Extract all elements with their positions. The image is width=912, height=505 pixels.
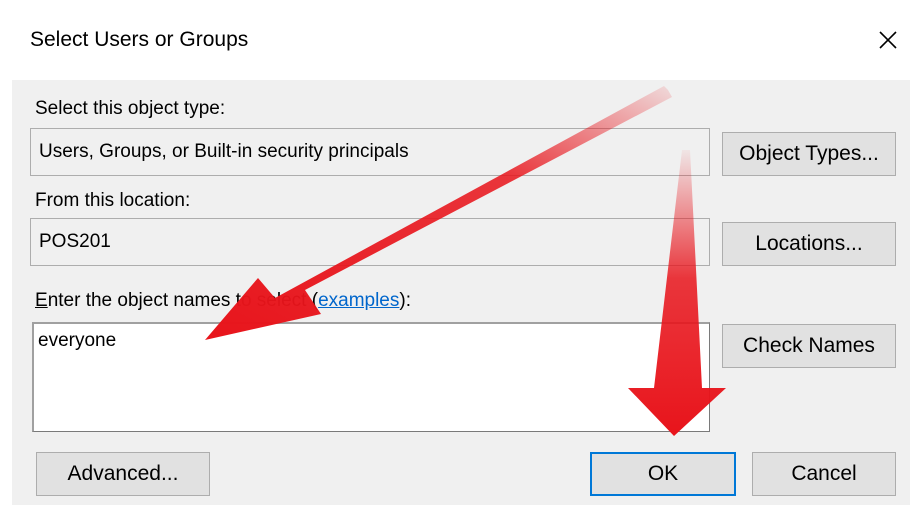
names-label: Enter the object names to select (exampl… xyxy=(35,290,411,312)
ok-button-label: OK xyxy=(647,462,679,485)
close-icon[interactable] xyxy=(872,24,904,56)
names-label-accesskey: E xyxy=(35,290,48,311)
ok-button[interactable]: OK xyxy=(590,452,736,496)
object-type-value: Users, Groups, or Built-in security prin… xyxy=(39,141,409,162)
names-label-text: nter the object names to select ( xyxy=(47,290,319,311)
object-types-button[interactable]: Object Types... xyxy=(722,132,896,176)
examples-link[interactable]: examples xyxy=(318,290,399,311)
dialog-titlebar: Select Users or Groups xyxy=(0,0,912,82)
cancel-button-label: Cancel xyxy=(791,462,857,485)
object-type-field: Users, Groups, or Built-in security prin… xyxy=(30,128,710,176)
advanced-button-label: Advanced... xyxy=(67,462,179,485)
check-names-button-label: Check Names xyxy=(743,334,875,357)
object-types-button-label: Object Types... xyxy=(739,142,879,165)
location-field: POS201 xyxy=(30,218,710,266)
locations-button-label: Locations... xyxy=(755,232,863,255)
dialog-title: Select Users or Groups xyxy=(30,28,249,51)
locations-button[interactable]: Locations... xyxy=(722,222,896,266)
cancel-button[interactable]: Cancel xyxy=(752,452,896,496)
location-value: POS201 xyxy=(39,231,111,252)
advanced-button[interactable]: Advanced... xyxy=(36,452,210,496)
check-names-button[interactable]: Check Names xyxy=(722,324,896,368)
location-label: From this location: xyxy=(35,190,191,211)
object-type-label: Select this object type: xyxy=(35,98,226,119)
object-names-value: everyone xyxy=(38,330,117,351)
names-label-end: ): xyxy=(399,290,411,311)
object-names-input[interactable]: everyone xyxy=(32,322,710,432)
